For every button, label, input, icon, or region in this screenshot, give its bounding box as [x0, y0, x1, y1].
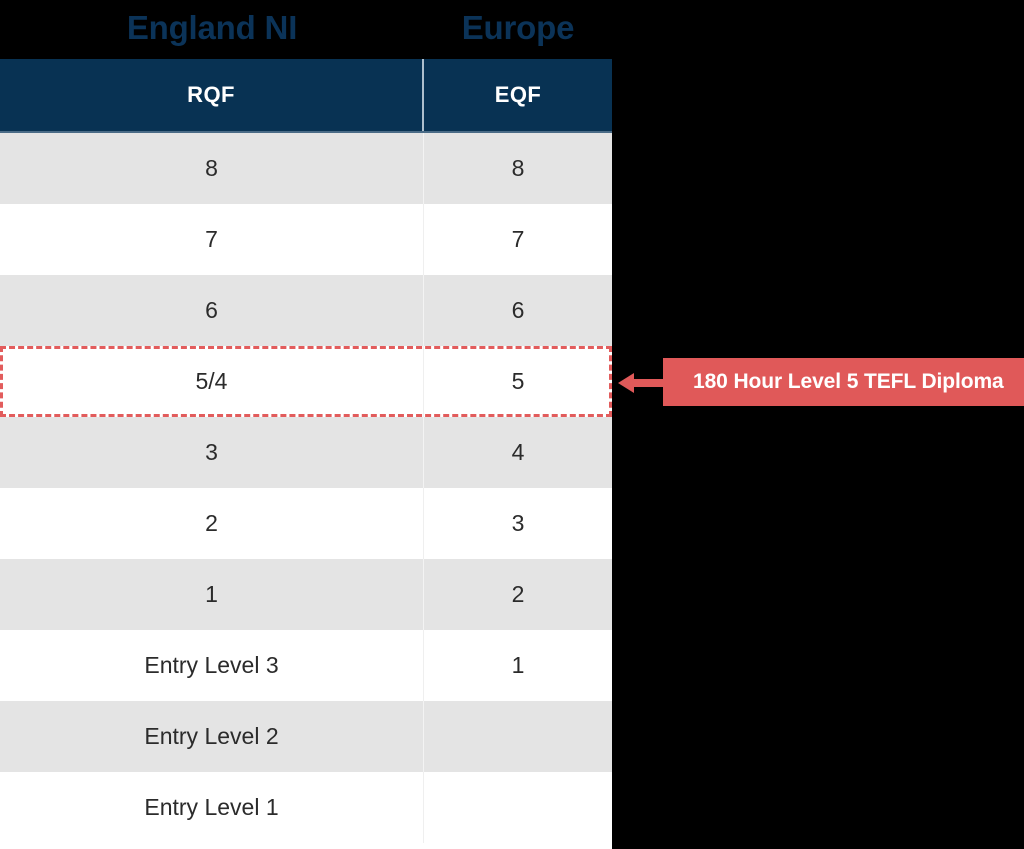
table-body: 8 8 7 7 6 6 5/4 5 3 4 2 3 1 2 Entry Level 3 1 Entry Leve… [0, 133, 612, 843]
table-cell-eqf: 7 [511, 226, 525, 252]
table-cell-eqf: 8 [511, 155, 525, 181]
table-cell-eqf: 2 [511, 581, 525, 607]
callout-label: 180 Hour Level 5 TEFL Diploma [693, 370, 1004, 393]
callout-badge: 180 Hour Level 5 TEFL Diploma [663, 358, 1024, 406]
table-row: Entry Level 2 [0, 701, 612, 772]
table-cell-rqf: 1 [0, 559, 424, 630]
table-row: 88 [0, 133, 612, 204]
table-header-label-eqf: EQF [494, 82, 542, 107]
column-titles: England NI Europe [0, 0, 612, 59]
table-cell-eqf: 6 [511, 297, 525, 323]
table-cell-rqf: 8 [0, 133, 424, 204]
table-cell-rqf: Entry Level 2 [0, 701, 424, 772]
table-cell-eqf: 4 [511, 439, 525, 465]
table-row: 66 [0, 275, 612, 346]
table-cell-rqf: Entry Level 1 [0, 772, 424, 843]
table-row: Entry Level 1 [0, 772, 612, 843]
qualification-comparison-table: RQF EQF 8 8 7 7 6 6 5/4 5 3 4 2 3 1 2 Entry Level 3 1 En… [0, 59, 612, 849]
table-cell-rqf: 6 [0, 275, 424, 346]
table-header-cell-rqf: RQF [0, 59, 424, 131]
table-cell-rqf: 5/4 [0, 346, 424, 417]
table-cell-eqf: 3 [511, 510, 525, 536]
table-row: Entry Level 3 1 [0, 630, 612, 701]
arrow-left-icon [618, 371, 666, 395]
column-title-right: Europe [424, 0, 612, 59]
table-row: 34 [0, 417, 612, 488]
table-cell-eqf: 1 [511, 652, 525, 678]
column-title-right-label: Europe [461, 9, 575, 46]
table-cell-rqf: 7 [0, 204, 424, 275]
table-row: 12 [0, 559, 612, 630]
table-cell-eqf: 5 [511, 368, 525, 394]
table-cell-rqf: Entry Level 3 [0, 630, 424, 701]
table-header-label-rqf: RQF [187, 82, 235, 107]
table-cell-eqf [424, 772, 612, 843]
column-title-left-label: England NI [126, 9, 298, 46]
table-row: 23 [0, 488, 612, 559]
table-row: 77 [0, 204, 612, 275]
column-title-left: England NI [0, 0, 424, 59]
table-cell-eqf [424, 701, 612, 772]
table-row: 5/4 5 [0, 346, 612, 417]
table-cell-rqf: 3 [0, 417, 424, 488]
table-header-cell-eqf: EQF [424, 59, 612, 131]
table-cell-rqf: 2 [0, 488, 424, 559]
table-header-row: RQF EQF [0, 59, 612, 133]
